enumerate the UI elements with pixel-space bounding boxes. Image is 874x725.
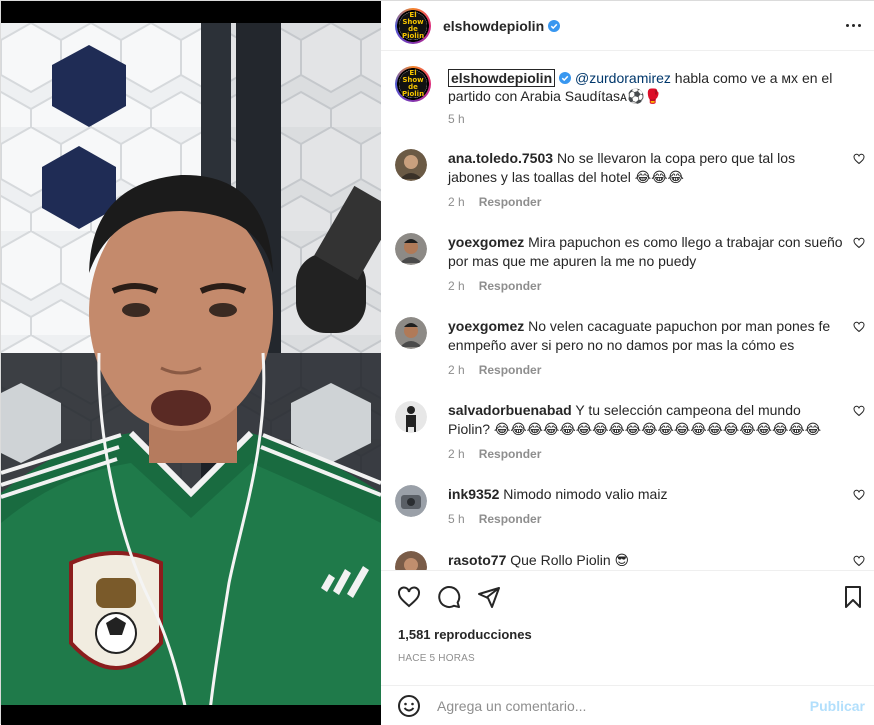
video-frame[interactable] <box>1 23 381 724</box>
comment-bubble-icon[interactable] <box>437 585 461 609</box>
comment-body: rasoto77 Que Rollo Piolin 😎 <box>448 551 843 570</box>
comment-time[interactable]: 2 h <box>448 195 465 209</box>
profile-avatar[interactable]: El Show de Piolin <box>395 7 431 44</box>
comment-username[interactable]: ink9352 <box>448 486 499 502</box>
like-comment-heart-icon[interactable] <box>853 555 865 567</box>
reply-button[interactable]: Responder <box>479 512 542 526</box>
video-letterbox-bottom <box>1 705 381 725</box>
post-actions: 1,581 reproducciones HACE 5 HORAS Agrega… <box>381 570 874 725</box>
view-count[interactable]: 1,581 reproducciones <box>398 627 532 642</box>
caption-avatar[interactable]: El Show de Piolin <box>395 66 431 102</box>
comment-meta: 2 h Responder <box>448 363 541 377</box>
comment-meta: 2 h Responder <box>448 195 541 209</box>
action-icons <box>397 585 501 609</box>
comment-body: yoexgomez Mira papuchon es como llego a … <box>448 233 843 271</box>
caption-time[interactable]: 5 h <box>448 112 465 126</box>
piolin-logo: El Show de Piolin <box>399 70 427 98</box>
post-username-text[interactable]: elshowdepiolin <box>443 18 544 34</box>
commenter-avatar[interactable] <box>395 233 427 265</box>
post-details-panel: El Show de Piolin elshowdepiolin El Show… <box>381 1 874 725</box>
reply-button[interactable]: Responder <box>479 195 542 209</box>
comment-time[interactable]: 2 h <box>448 279 465 293</box>
more-options-icon[interactable] <box>843 15 863 35</box>
comment-username[interactable]: yoexgomez <box>448 234 524 250</box>
comment-body: ana.toledo.7503 No se llevaron la copa p… <box>448 149 843 187</box>
like-comment-heart-icon[interactable] <box>853 405 865 417</box>
comment-username[interactable]: salvadorbuenabad <box>448 402 572 418</box>
comment-meta: 5 h Responder <box>448 512 541 526</box>
video-player[interactable] <box>1 1 381 725</box>
post-username[interactable]: elshowdepiolin <box>443 18 561 34</box>
reply-button[interactable]: Responder <box>479 363 542 377</box>
comment-username[interactable]: ana.toledo.7503 <box>448 150 553 166</box>
comment-body: yoexgomez No velen cacaguate papuchon po… <box>448 317 843 355</box>
commenter-avatar[interactable] <box>395 401 427 433</box>
caption-username[interactable]: elshowdepiolin <box>448 69 556 87</box>
logo-text: El Show de Piolin <box>401 10 425 40</box>
like-comment-heart-icon[interactable] <box>853 237 865 249</box>
commenter-avatar[interactable] <box>395 149 427 181</box>
bookmark-icon[interactable] <box>841 585 865 609</box>
comment-text: Nimodo nimodo valio maiz <box>503 486 668 502</box>
comment-username[interactable]: yoexgomez <box>448 318 524 334</box>
post-timestamp[interactable]: HACE 5 HORAS <box>398 653 475 664</box>
post-header: El Show de Piolin elshowdepiolin <box>381 1 874 51</box>
comments-list[interactable]: El Show de Piolin elshowdepiolin @zurdor… <box>381 52 874 570</box>
commenter-avatar[interactable] <box>395 551 427 570</box>
commenter-avatar[interactable] <box>395 485 427 517</box>
like-comment-heart-icon[interactable] <box>853 489 865 501</box>
comment-input[interactable]: Agrega un comentario... <box>437 698 586 714</box>
comment-username[interactable]: rasoto77 <box>448 552 506 568</box>
publish-button[interactable]: Publicar <box>810 698 865 714</box>
logo-text: El Show de Piolin <box>401 69 425 98</box>
caption-text: elshowdepiolin @zurdoramirez habla como … <box>448 69 843 105</box>
piolin-logo: El Show de Piolin <box>399 10 427 40</box>
post-modal: El Show de Piolin elshowdepiolin El Show… <box>0 0 874 725</box>
verified-badge-icon <box>559 72 572 84</box>
comment-body: salvadorbuenabad Y tu selección campeona… <box>448 401 843 439</box>
comment-meta: 2 h Responder <box>448 447 541 461</box>
commenter-avatar[interactable] <box>395 317 427 349</box>
comment-time[interactable]: 5 h <box>448 512 465 526</box>
like-comment-heart-icon[interactable] <box>853 321 865 333</box>
video-letterbox-top <box>1 1 381 23</box>
reply-button[interactable]: Responder <box>479 447 542 461</box>
like-comment-heart-icon[interactable] <box>853 153 865 165</box>
comment-text: Que Rollo Piolin 😎 <box>510 552 630 568</box>
caption-mention[interactable]: @zurdoramirez <box>575 70 671 86</box>
verified-badge-icon <box>548 19 561 32</box>
emoji-icon[interactable] <box>397 694 421 718</box>
video-still <box>1 23 381 724</box>
reply-button[interactable]: Responder <box>479 279 542 293</box>
comment-time[interactable]: 2 h <box>448 363 465 377</box>
comment-meta: 2 h Responder <box>448 279 541 293</box>
add-comment-bar: Agrega un comentario... Publicar <box>381 685 874 725</box>
comment-time[interactable]: 2 h <box>448 447 465 461</box>
share-send-icon[interactable] <box>477 585 501 609</box>
comment-body: ink9352 Nimodo nimodo valio maiz <box>448 485 843 504</box>
like-heart-icon[interactable] <box>397 585 421 609</box>
